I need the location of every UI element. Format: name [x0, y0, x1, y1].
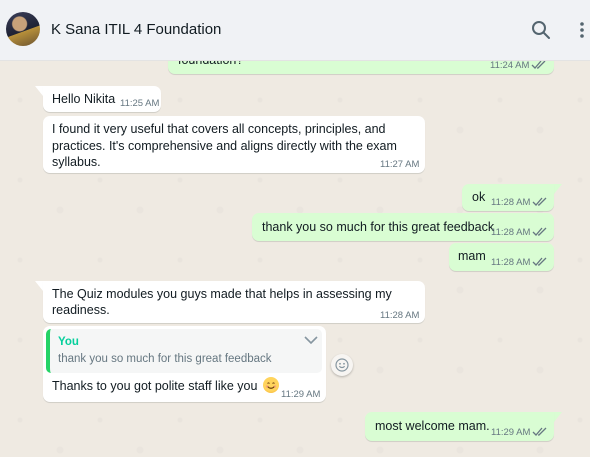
- read-ticks-icon: [532, 197, 547, 206]
- read-ticks-icon: [532, 427, 547, 436]
- emoji-reaction-button[interactable]: [331, 354, 353, 376]
- more-vertical-icon[interactable]: [576, 20, 588, 40]
- message-text-row: Thanks to you got polite staff like you: [52, 377, 279, 395]
- message-incoming[interactable]: Hello Nikita 11:25 AM: [43, 86, 161, 112]
- bubble-tail: [35, 86, 43, 96]
- message-time: 11:28 AM: [491, 197, 531, 208]
- read-ticks-icon: [532, 227, 547, 236]
- message-line: practices. It's comprehensive and aligns…: [52, 139, 397, 153]
- bubble-tail: [35, 281, 43, 291]
- message-time: 11:25 AM: [120, 98, 160, 109]
- message-line: syllabus.: [52, 155, 101, 169]
- bubble-tail: [554, 184, 562, 194]
- message-text: Hello Nikita: [52, 92, 116, 106]
- smiley-icon: [335, 358, 349, 372]
- quoted-message[interactable]: You thank you so much for this great fee…: [46, 329, 322, 373]
- message-text: Thanks to you got polite staff like you: [52, 379, 258, 393]
- bubble-tail: [554, 412, 562, 422]
- message-time: 11:28 AM: [491, 227, 531, 238]
- message-incoming[interactable]: The Quiz modules you guys made that help…: [43, 281, 425, 323]
- message-text: most welcome mam.: [375, 419, 490, 433]
- search-icon[interactable]: [531, 20, 551, 40]
- message-line: I found it very useful that covers all c…: [52, 122, 386, 136]
- message-text: mam: [458, 249, 486, 263]
- read-ticks-icon: [532, 257, 547, 266]
- message-incoming-reply[interactable]: You thank you so much for this great fee…: [43, 326, 326, 402]
- message-text: thank you so much for this great feedbac…: [262, 220, 495, 234]
- message-time: 11:27 AM: [380, 159, 420, 170]
- message-time: 11:24 AM: [490, 60, 530, 71]
- message-text: ok: [472, 190, 486, 204]
- message-outgoing[interactable]: thank you so much for this great feedbac…: [252, 213, 554, 241]
- quoted-text: thank you so much for this great feedbac…: [58, 353, 272, 365]
- chat-header[interactable]: K Sana ITIL 4 Foundation: [0, 0, 590, 61]
- message-outgoing[interactable]: most welcome mam. 11:29 AM: [365, 412, 554, 441]
- chevron-down-icon[interactable]: [304, 335, 318, 345]
- quoted-author: You: [58, 336, 79, 348]
- message-line: The Quiz modules you guys made that help…: [52, 287, 392, 301]
- message-time: 11:29 AM: [281, 389, 321, 400]
- message-line: readiness.: [52, 303, 110, 317]
- message-time: 11:29 AM: [491, 427, 531, 438]
- chat-title[interactable]: K Sana ITIL 4 Foundation: [51, 21, 221, 38]
- smiling-face-emoji: [262, 377, 279, 393]
- message-outgoing[interactable]: ok 11:28 AM: [462, 184, 554, 211]
- message-outgoing[interactable]: mam 11:28 AM: [449, 243, 554, 271]
- avatar[interactable]: [6, 12, 40, 46]
- message-time: 11:28 AM: [491, 257, 531, 268]
- message-incoming[interactable]: I found it very useful that covers all c…: [43, 116, 425, 173]
- message-time: 11:28 AM: [380, 310, 420, 321]
